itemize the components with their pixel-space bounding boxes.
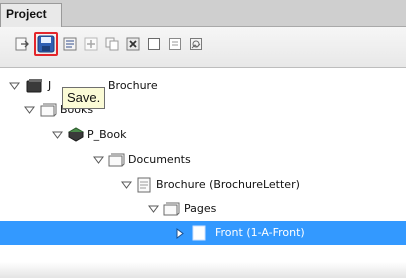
tree-row-books[interactable]: Books bbox=[0, 98, 406, 122]
folder-icon bbox=[40, 103, 57, 117]
list-button[interactable] bbox=[60, 34, 80, 54]
folder-icon bbox=[163, 202, 180, 216]
book-icon bbox=[68, 127, 84, 142]
tree-row-project[interactable]: J Brochure bbox=[0, 74, 406, 98]
document-icon bbox=[137, 177, 151, 193]
collapse-arrow-icon[interactable] bbox=[176, 228, 184, 239]
folder-icon bbox=[108, 153, 125, 167]
tree-row-front[interactable]: Front (1-A-Front) bbox=[0, 221, 406, 245]
delete-icon bbox=[126, 37, 140, 51]
add-icon bbox=[84, 37, 98, 51]
add-button[interactable] bbox=[81, 34, 101, 54]
export-button[interactable] bbox=[12, 34, 32, 54]
tree-row-label: Documents bbox=[128, 153, 191, 166]
project-toolbar bbox=[0, 27, 406, 68]
tree-row-brochure[interactable]: Brochure (BrochureLetter) bbox=[0, 173, 406, 197]
image-icon bbox=[190, 38, 202, 50]
page-icon bbox=[148, 38, 160, 50]
project-tree: J Brochure Books P_Book Documents Brochu… bbox=[0, 68, 406, 278]
copy-icon bbox=[105, 37, 119, 51]
panel-bottom-edge bbox=[0, 262, 406, 278]
tree-row-label: P_Book bbox=[87, 128, 127, 141]
expand-arrow-icon[interactable] bbox=[121, 181, 132, 189]
tree-row-pages[interactable]: Pages bbox=[0, 197, 406, 221]
page-icon bbox=[192, 225, 206, 241]
book-stack-icon bbox=[26, 79, 42, 93]
copy-button[interactable] bbox=[102, 34, 122, 54]
panel-tab-bar: Project bbox=[0, 0, 406, 27]
expand-arrow-icon[interactable] bbox=[93, 156, 104, 164]
tree-row-label: Front (1-A-Front) bbox=[215, 226, 305, 239]
save-button[interactable] bbox=[34, 32, 58, 56]
export-icon bbox=[15, 37, 29, 51]
delete-button[interactable] bbox=[123, 34, 143, 54]
tree-row-label: Brochure (BrochureLetter) bbox=[156, 178, 300, 191]
tree-row-label: Pages bbox=[184, 202, 217, 215]
tab-project[interactable]: Project bbox=[0, 3, 62, 27]
list-icon bbox=[63, 37, 77, 51]
expand-arrow-icon[interactable] bbox=[148, 205, 159, 213]
document-button[interactable] bbox=[165, 34, 185, 54]
document-icon bbox=[169, 38, 181, 50]
expand-arrow-icon[interactable] bbox=[52, 131, 63, 139]
expand-arrow-icon[interactable] bbox=[24, 106, 35, 114]
tree-row-p-book[interactable]: P_Book bbox=[0, 123, 406, 147]
expand-arrow-icon[interactable] bbox=[9, 82, 20, 90]
save-icon bbox=[37, 35, 55, 53]
tree-row-label-suffix: Brochure bbox=[108, 79, 158, 92]
page-button[interactable] bbox=[144, 34, 164, 54]
image-button[interactable] bbox=[186, 34, 206, 54]
save-tooltip: Save. bbox=[62, 87, 106, 109]
tree-row-documents[interactable]: Documents bbox=[0, 148, 406, 172]
tree-row-label: J bbox=[48, 79, 52, 92]
project-panel: Project Save. J Brochure Books P_Book Do… bbox=[0, 0, 406, 278]
